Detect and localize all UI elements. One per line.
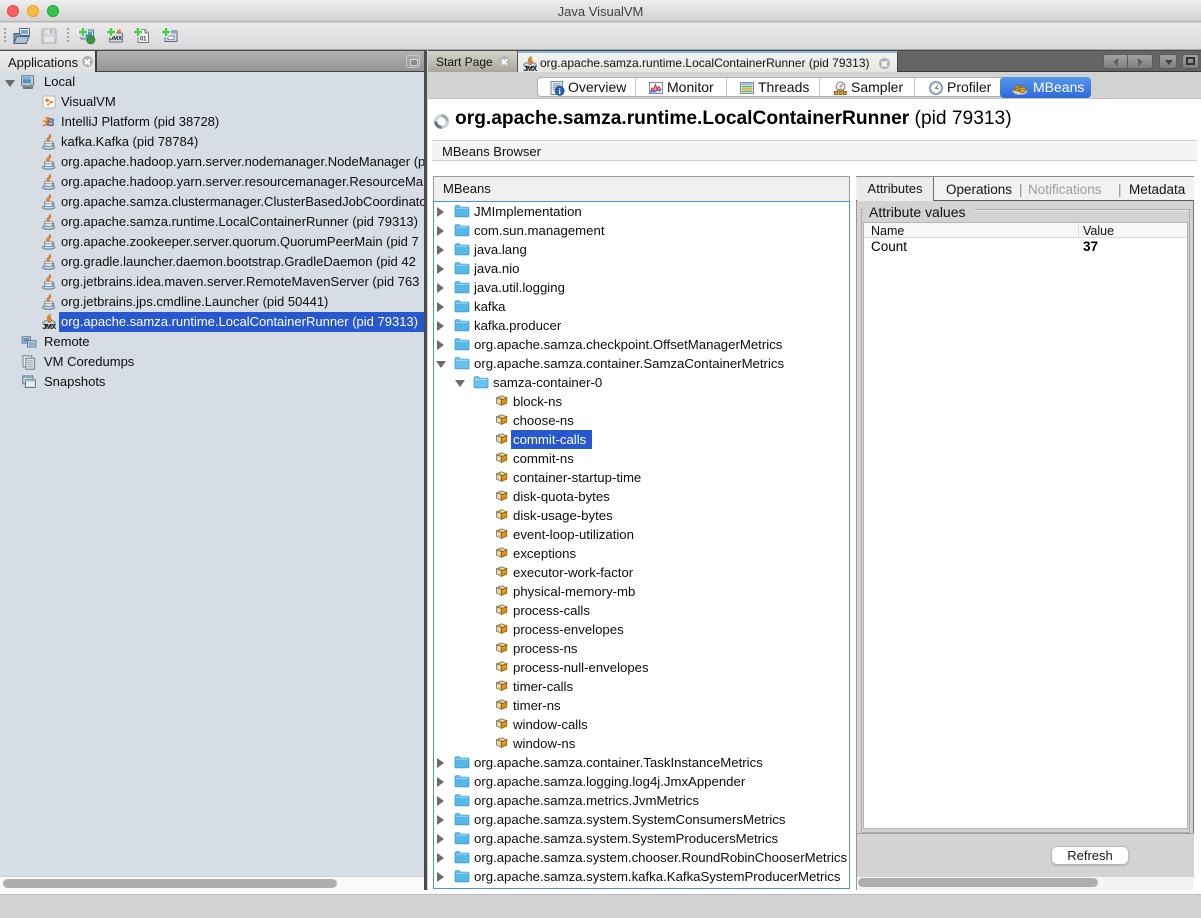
svg-text:JMX: JMX [42, 322, 56, 330]
svg-text:01: 01 [140, 37, 147, 43]
svg-text:JMX: JMX [523, 64, 537, 72]
